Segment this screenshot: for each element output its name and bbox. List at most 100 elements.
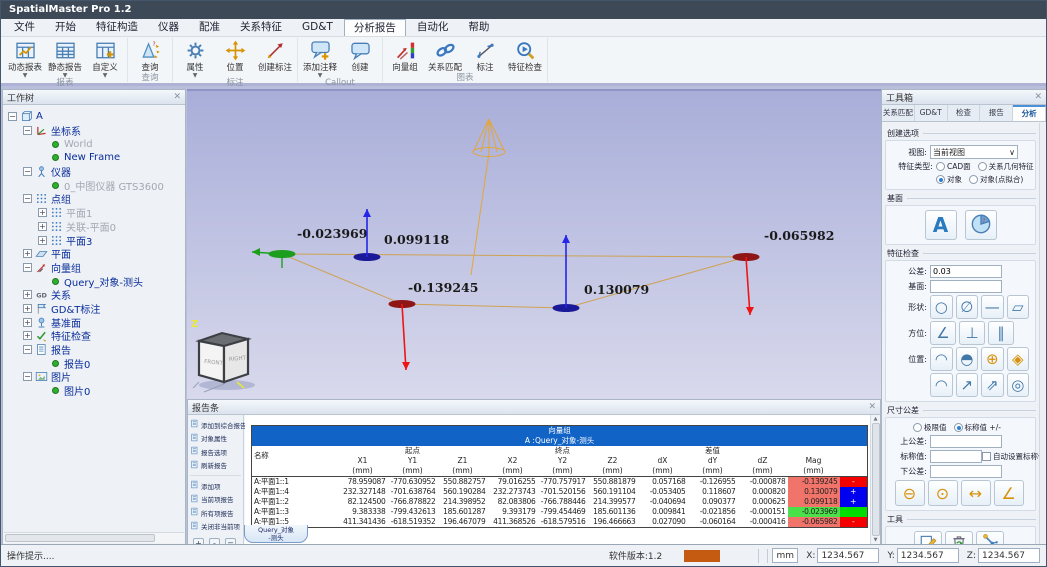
tree-item-GD&T标注[interactable]: +GD&T标注 bbox=[8, 302, 185, 316]
menu-item-关系特征[interactable]: 关系特征 bbox=[231, 19, 291, 36]
command-添加项[interactable]: 添加项 bbox=[188, 479, 243, 493]
tree-item-坐标系[interactable]: −坐标系 bbox=[8, 124, 185, 138]
ribbon-button-关系匹配[interactable]: 关系匹配 bbox=[425, 38, 465, 73]
menu-item-分析报告[interactable]: 分析报告 bbox=[344, 19, 406, 36]
tree-item-仪器[interactable]: −仪器 bbox=[8, 165, 185, 179]
radio-关系几何特征[interactable]: 关系几何特征 bbox=[978, 161, 1034, 172]
tree-item-点组[interactable]: −点组 bbox=[8, 192, 185, 206]
command-报告选项[interactable]: 报告选项 bbox=[188, 445, 243, 459]
scroll-down-icon[interactable]: ▼ bbox=[874, 537, 878, 543]
table-row[interactable]: A:平面1::4232.327148-701.638764560.1902842… bbox=[252, 487, 868, 497]
tolerance-input[interactable] bbox=[930, 265, 1002, 278]
command-当前项报告[interactable]: 当前项报告 bbox=[188, 493, 243, 507]
tree-item-图片[interactable]: −图片 bbox=[8, 370, 185, 384]
datum-pie-button[interactable]: ? bbox=[965, 210, 997, 240]
edit-button[interactable] bbox=[914, 531, 942, 544]
ribbon-button-添加注释[interactable]: 添加注释▼ bbox=[300, 38, 340, 78]
circle-button[interactable]: ○ bbox=[930, 295, 953, 319]
menu-item-特征构造[interactable]: 特征构造 bbox=[87, 19, 147, 36]
tree-item-World[interactable]: World bbox=[8, 137, 185, 151]
table-row[interactable]: A:平面1::5411.341436-618.519352196.4670794… bbox=[252, 517, 868, 528]
auto-nominal-checkbox[interactable] bbox=[982, 452, 991, 461]
command-添加到综合报告[interactable]: 添加到综合报告 bbox=[188, 418, 243, 432]
close-icon[interactable]: ✕ bbox=[868, 403, 876, 412]
perpendicular-button[interactable]: ⊥ bbox=[959, 321, 985, 345]
measurement-marker[interactable] bbox=[553, 235, 579, 312]
ribbon-button-创建标注[interactable]: 创建标注 bbox=[255, 38, 295, 73]
upper-tolerance-input[interactable] bbox=[930, 435, 1002, 448]
distance-button[interactable]: ↔ bbox=[961, 480, 991, 506]
report-tab-query[interactable]: Query_对象 -测头 bbox=[244, 525, 308, 543]
tree-expander-icon[interactable]: − bbox=[23, 345, 32, 354]
ribbon-button-查询[interactable]: ?查询 bbox=[130, 38, 170, 73]
tree-expander-icon[interactable]: + bbox=[38, 222, 47, 231]
datum-letter-button[interactable]: A bbox=[925, 210, 957, 240]
tree-item-基准面[interactable]: +基准面 bbox=[8, 315, 185, 329]
ribbon-button-位置[interactable]: 位置 bbox=[215, 38, 255, 73]
tree-expander-icon[interactable]: − bbox=[23, 372, 32, 381]
diameter-button[interactable]: ⊖ bbox=[895, 480, 925, 506]
tree-expander-icon[interactable]: + bbox=[38, 236, 47, 245]
tree-expander-icon[interactable]: − bbox=[23, 167, 32, 176]
toolbox-tab-关系匹配[interactable]: 关系匹配 bbox=[882, 105, 915, 121]
profile-surface-button[interactable]: ◓ bbox=[956, 347, 979, 371]
radio-标称值 +/-[interactable]: 标称值 +/- bbox=[954, 422, 1001, 433]
datum-input[interactable] bbox=[930, 280, 1002, 293]
menu-item-开始[interactable]: 开始 bbox=[46, 19, 85, 36]
tree-expander-icon[interactable]: − bbox=[23, 263, 32, 272]
tree-expander-icon[interactable]: − bbox=[23, 126, 32, 135]
trash-button[interactable] bbox=[945, 531, 973, 544]
command-关闭非当前项[interactable]: 关闭非当前项 bbox=[188, 520, 243, 534]
tree-item-报告[interactable]: −报告 bbox=[8, 343, 185, 357]
radio-CAD面[interactable]: CAD面 bbox=[936, 161, 971, 172]
radio-对象[interactable]: 对象 bbox=[936, 174, 962, 185]
ribbon-button-特征检查[interactable]: 特征检查 bbox=[505, 38, 545, 73]
toolbox-scrollbar[interactable] bbox=[1039, 123, 1046, 544]
position-button[interactable]: ⊕ bbox=[981, 347, 1004, 371]
lower-tolerance-input[interactable] bbox=[930, 465, 1002, 478]
measurement-marker[interactable] bbox=[733, 254, 759, 316]
command-对象属性[interactable]: 对象属性 bbox=[188, 432, 243, 446]
menu-item-仪器[interactable]: 仪器 bbox=[149, 19, 188, 36]
table-row[interactable]: A:平面1::178.959087-770.630952550.88275779… bbox=[252, 477, 868, 488]
total-runout-button[interactable]: ⇗ bbox=[981, 373, 1004, 397]
table-row[interactable]: A:平面1::39.383338-799.432613185.6012879.3… bbox=[252, 507, 868, 517]
menu-item-GD&T[interactable]: GD&T bbox=[293, 19, 342, 36]
worktree-horizontal-scrollbar[interactable] bbox=[4, 532, 184, 543]
tree-item-平面3[interactable]: +平面3 bbox=[8, 233, 185, 247]
ribbon-button-动态报表[interactable]: 动态报表▼ bbox=[5, 38, 45, 78]
probe-button[interactable] bbox=[976, 531, 1004, 544]
menu-item-配准[interactable]: 配准 bbox=[190, 19, 229, 36]
viewport-3d[interactable]: -0.0239690.099118-0.1392450.130079-0.065… bbox=[187, 89, 881, 399]
view-select[interactable]: 当前视图∨ bbox=[930, 145, 1018, 159]
tree-item-A[interactable]: −A bbox=[8, 110, 185, 124]
tree-item-平面1[interactable]: +平面1 bbox=[8, 206, 185, 220]
menu-item-文件[interactable]: 文件 bbox=[5, 19, 44, 36]
coordinate-z-field[interactable]: 1234.567 bbox=[978, 548, 1040, 563]
ribbon-button-静态报告[interactable]: 静态报告▼ bbox=[45, 38, 85, 78]
radius-button[interactable]: ⊙ bbox=[928, 480, 958, 506]
nominal-input[interactable] bbox=[930, 450, 982, 463]
ribbon-button-创建[interactable]: 创建 bbox=[340, 38, 380, 73]
tree-expander-icon[interactable]: + bbox=[38, 208, 47, 217]
tree-item-0_中图仪器 GTS3600[interactable]: 0_中图仪器 GTS3600 bbox=[8, 178, 185, 192]
radio-极限值[interactable]: 极限值 bbox=[913, 422, 947, 433]
arc-button[interactable]: ◠ bbox=[930, 373, 953, 397]
cylindricity-button[interactable]: ∅ bbox=[956, 295, 979, 319]
line-button[interactable]: — bbox=[981, 295, 1004, 319]
unit-field[interactable]: mm bbox=[772, 548, 798, 563]
ribbon-button-属性[interactable]: 属性▼ bbox=[175, 38, 215, 78]
profile-line-button[interactable]: ◠ bbox=[930, 347, 953, 371]
menu-item-自动化[interactable]: 自动化 bbox=[408, 19, 458, 36]
flatness-button[interactable]: ▱ bbox=[1007, 295, 1030, 319]
tree-item-Query_对象-测头[interactable]: Query_对象-测头 bbox=[8, 274, 185, 288]
tree-expander-icon[interactable]: + bbox=[23, 249, 32, 258]
runout-button[interactable]: ↗ bbox=[956, 373, 979, 397]
table-row[interactable]: A:平面1::282.124500-766.878822214.39895282… bbox=[252, 497, 868, 507]
parallel-button[interactable]: ∥ bbox=[988, 321, 1014, 345]
ribbon-button-自定义[interactable]: 自定义▼ bbox=[85, 38, 125, 78]
tree-item-向量组[interactable]: −向量组 bbox=[8, 261, 185, 275]
tree-expander-icon[interactable]: − bbox=[23, 194, 32, 203]
tree-item-平面[interactable]: +平面 bbox=[8, 247, 185, 261]
tree-item-关系[interactable]: +GD关系 bbox=[8, 288, 185, 302]
